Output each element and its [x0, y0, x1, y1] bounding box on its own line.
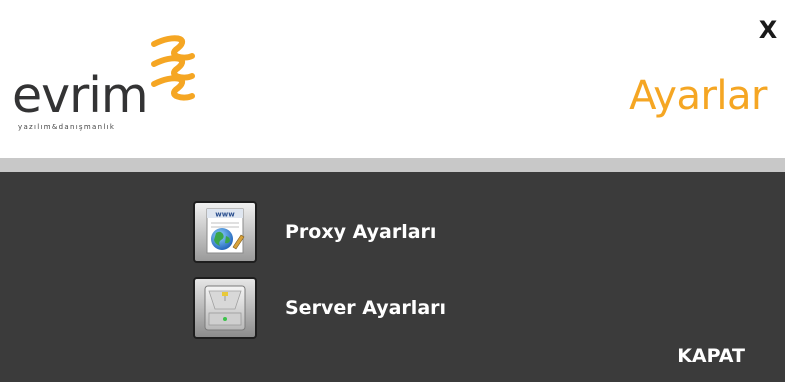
server-drive-icon [193, 277, 257, 339]
page-title: Ayarlar [629, 73, 767, 119]
close-button[interactable]: X [756, 17, 780, 43]
helix-logo-icon [151, 35, 195, 101]
logo-wordmark: evrim [12, 67, 149, 124]
divider [0, 158, 785, 172]
svg-text:www: www [215, 211, 235, 219]
server-settings-item[interactable]: Server Ayarları [193, 277, 447, 339]
www-globe-icon: www [193, 201, 257, 263]
proxy-settings-item[interactable]: www Proxy Ayarları [193, 201, 437, 263]
proxy-settings-label: Proxy Ayarları [285, 221, 437, 243]
header: X evrim yazılım&danışmanlık Ayarlar [0, 0, 785, 158]
evrim-logo: evrim yazılım&danışmanlık [12, 30, 212, 135]
server-settings-label: Server Ayarları [285, 297, 447, 319]
settings-panel: www Proxy Ayarları Server Ayarları KAPAT [0, 172, 785, 382]
logo-tagline: yazılım&danışmanlık [18, 123, 116, 131]
close-text-button[interactable]: KAPAT [677, 344, 745, 368]
